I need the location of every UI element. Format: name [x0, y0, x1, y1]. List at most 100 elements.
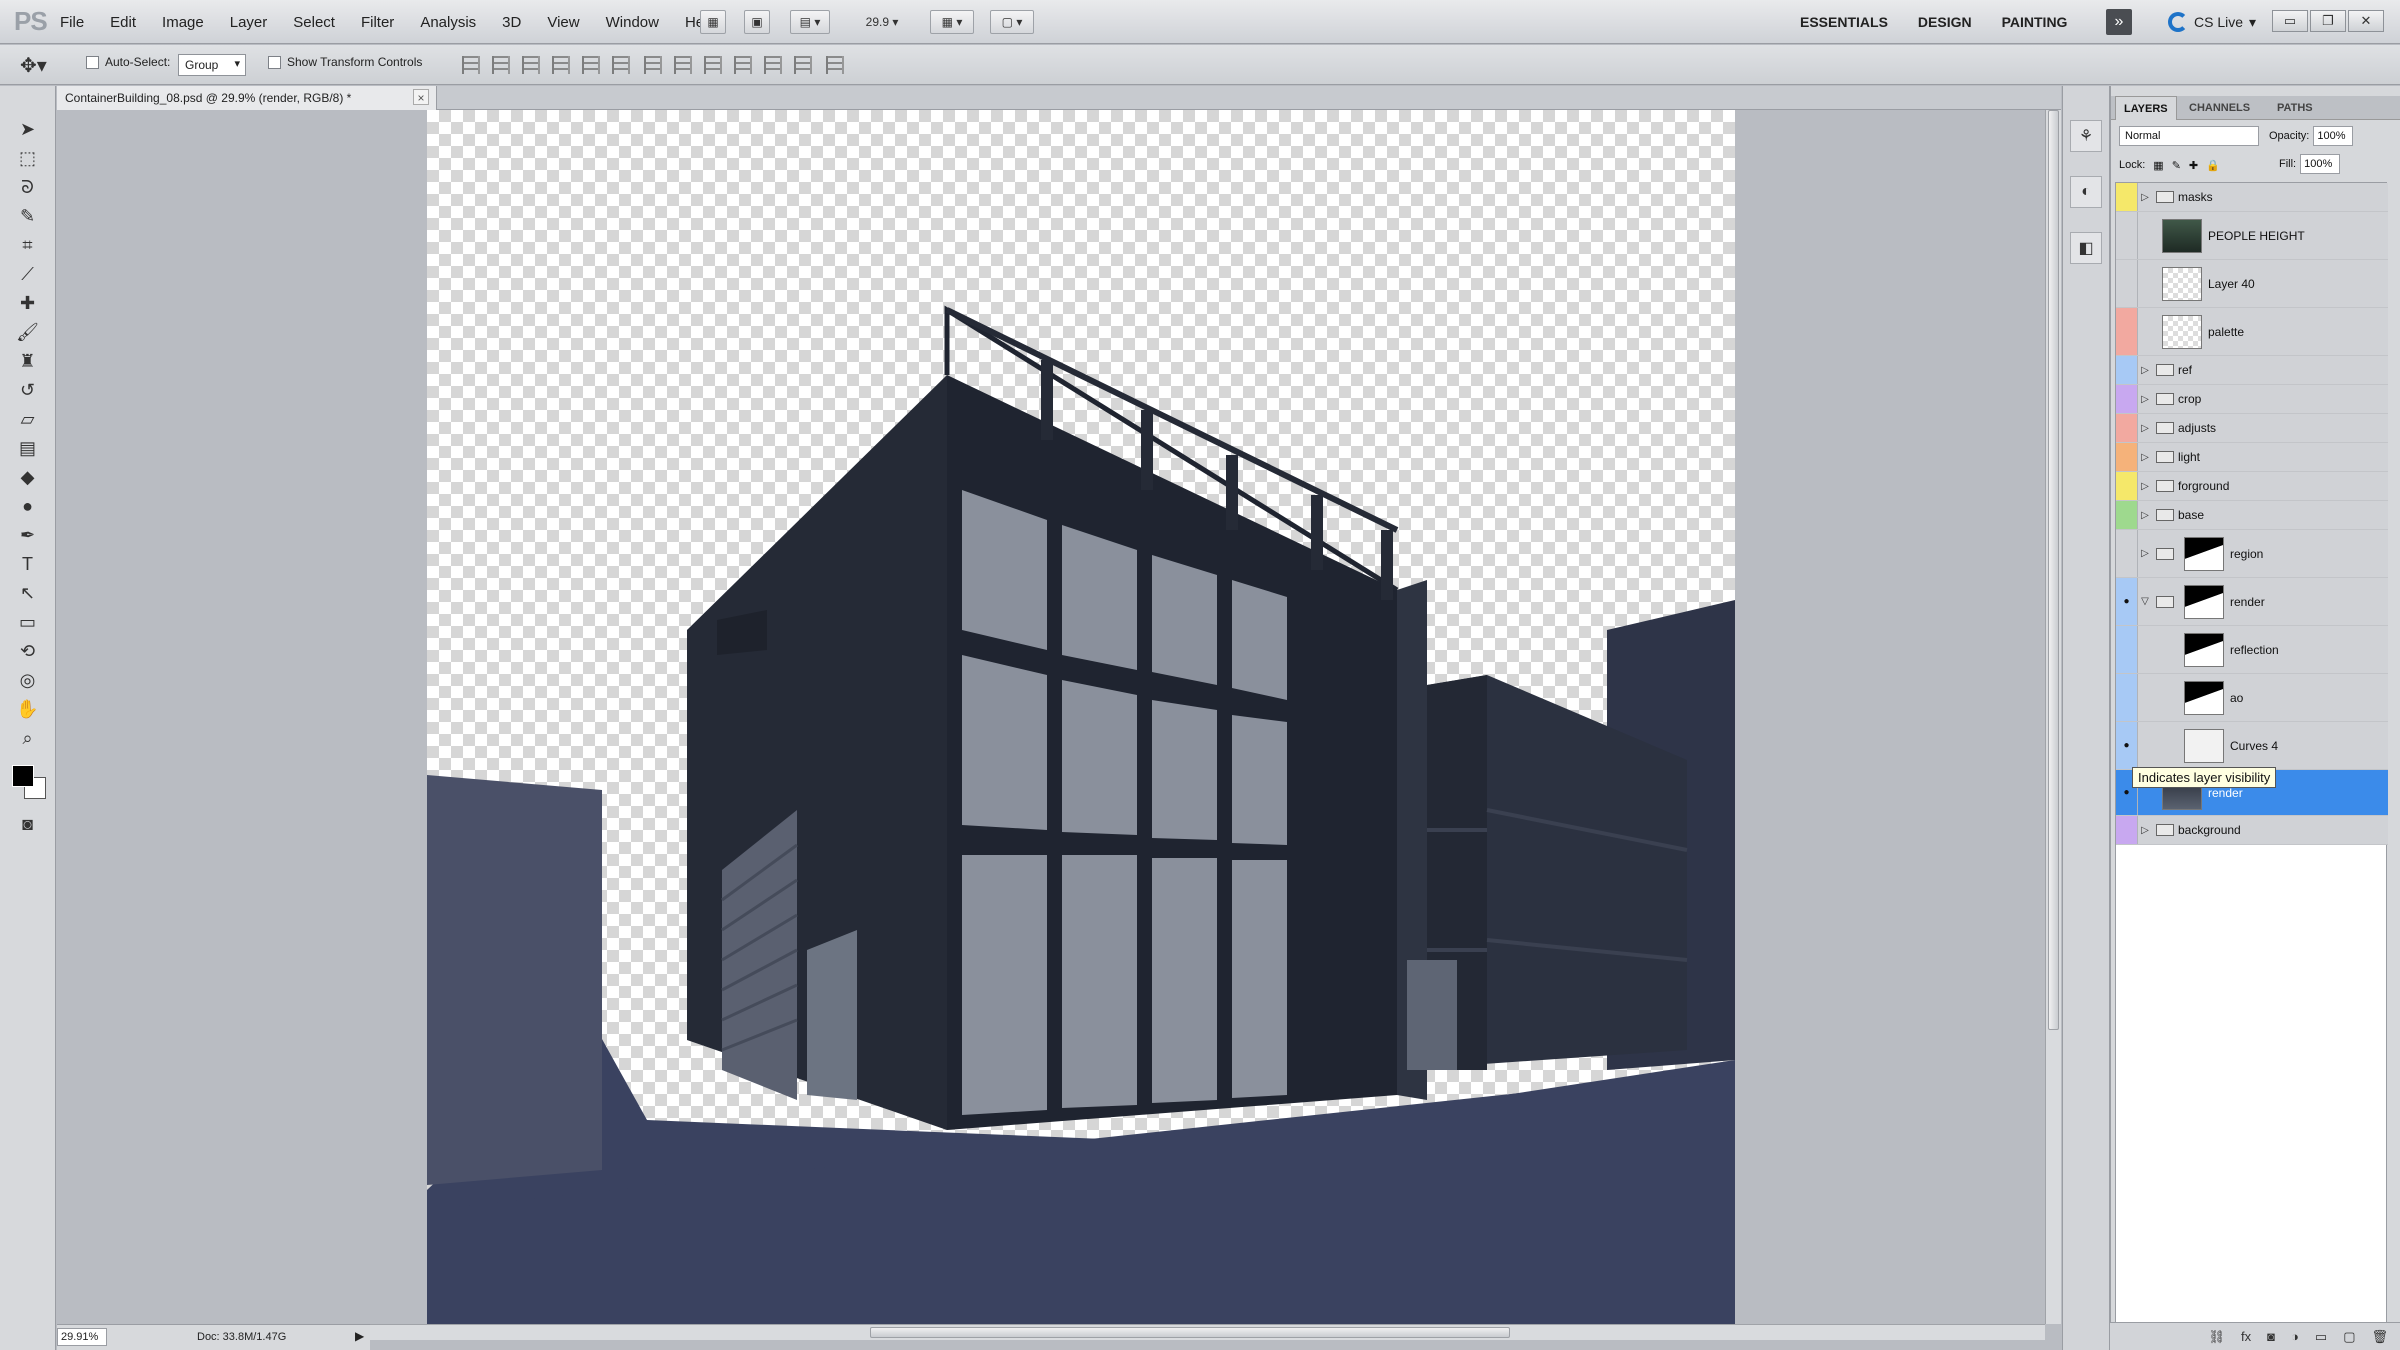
lock-transparency-icon[interactable]: ▦ [2153, 159, 2163, 172]
vertical-scroll-thumb[interactable] [2048, 110, 2059, 1030]
dodge-tool-icon[interactable]: ● [11, 493, 45, 519]
layer-visibility-toggle[interactable] [2116, 260, 2138, 307]
foreground-color-swatch[interactable] [11, 765, 34, 787]
zoom-tool-icon[interactable]: ⌕ [11, 725, 45, 751]
group-expand-toggle-icon[interactable]: ▷ [2138, 365, 2152, 376]
layer-row[interactable]: ▷ masks [2116, 183, 2388, 212]
menu-analysis[interactable]: Analysis [420, 14, 476, 31]
align-bottom-icon[interactable] [522, 56, 540, 74]
layer-visibility-toggle[interactable] [2116, 212, 2138, 259]
layer-row[interactable]: ▷ light [2116, 443, 2388, 472]
blend-mode-select[interactable]: Normal [2119, 126, 2259, 146]
workspace-painting[interactable]: PAINTING [2002, 14, 2068, 30]
layer-row[interactable]: ▷ crop [2116, 385, 2388, 414]
layer-style-icon[interactable]: fx [2241, 1329, 2251, 1344]
distribute-left-icon[interactable] [734, 56, 752, 74]
tab-paths[interactable]: PATHS [2269, 96, 2321, 120]
layer-row[interactable]: ▷ ref [2116, 356, 2388, 385]
eyedropper-tool-icon[interactable]: ⟋ [11, 261, 45, 287]
3d-rotate-tool-icon[interactable]: ⟲ [11, 638, 45, 664]
distribute-right-icon[interactable] [794, 56, 812, 74]
more-workspaces-button[interactable]: » [2106, 9, 2132, 35]
auto-select-target-select[interactable]: Group [178, 54, 246, 76]
move-tool-icon[interactable]: ➤ [11, 116, 45, 142]
quick-select-tool-icon[interactable]: ✎ [11, 203, 45, 229]
close-window-button[interactable]: ✕ [2348, 10, 2384, 32]
quick-mask-icon[interactable]: ◙ [11, 811, 45, 837]
zoom-percentage-field[interactable]: 29.91% [57, 1328, 107, 1346]
layer-row[interactable]: reflection [2116, 626, 2388, 674]
type-tool-icon[interactable]: T [11, 551, 45, 577]
masks-icon[interactable]: ◧ [2070, 232, 2102, 264]
workspace-design[interactable]: DESIGN [1918, 14, 1972, 30]
menu-select[interactable]: Select [293, 14, 335, 31]
layer-visibility-toggle[interactable]: ● [2116, 578, 2138, 625]
menu-3d[interactable]: 3D [502, 14, 521, 31]
layer-row[interactable]: ▷ base [2116, 501, 2388, 530]
group-expand-toggle-icon[interactable]: ▽ [2138, 596, 2152, 607]
crop-tool-icon[interactable]: ⌗ [11, 232, 45, 258]
launch-bridge-button[interactable]: ▦ [700, 10, 726, 34]
new-group-icon[interactable]: ▭ [2315, 1329, 2327, 1345]
menu-window[interactable]: Window [606, 14, 659, 31]
layer-visibility-toggle[interactable] [2116, 626, 2138, 673]
lock-all-icon[interactable]: 🔒 [2206, 159, 2220, 172]
arrange-documents-button[interactable]: ▦ ▾ [930, 10, 974, 34]
distribute-top-icon[interactable] [644, 56, 662, 74]
shape-tool-icon[interactable]: ▭ [11, 609, 45, 635]
layer-row[interactable]: ● Curves 4 [2116, 722, 2388, 770]
add-mask-icon[interactable]: ◙ [2267, 1329, 2275, 1344]
marquee-tool-icon[interactable]: ⬚ [11, 145, 45, 171]
lasso-tool-icon[interactable]: ᘐ [11, 174, 45, 200]
clone-stamp-tool-icon[interactable]: ♜ [11, 348, 45, 374]
menu-view[interactable]: View [547, 14, 579, 31]
align-right-icon[interactable] [612, 56, 630, 74]
eraser-tool-icon[interactable]: ▱ [11, 406, 45, 432]
auto-select-checkbox[interactable] [86, 55, 99, 69]
brush-tool-icon[interactable]: 🖌 [11, 319, 45, 345]
pen-tool-icon[interactable]: ✒ [11, 522, 45, 548]
distribute-vcenter-icon[interactable] [674, 56, 692, 74]
auto-align-layers-icon[interactable] [826, 56, 844, 74]
menu-image[interactable]: Image [162, 14, 204, 31]
tab-channels[interactable]: CHANNELS [2181, 96, 2258, 120]
delete-layer-icon[interactable]: 🗑 [2371, 1329, 2388, 1345]
layer-visibility-toggle[interactable] [2116, 414, 2138, 442]
adjustments-icon[interactable]: ◐ [2070, 176, 2102, 208]
layer-visibility-toggle[interactable] [2116, 530, 2138, 577]
layer-visibility-toggle[interactable] [2116, 501, 2138, 529]
image-canvas[interactable] [427, 110, 1735, 1324]
opacity-field[interactable]: 100% [2313, 126, 2354, 146]
group-expand-toggle-icon[interactable]: ▷ [2138, 192, 2152, 203]
group-expand-toggle-icon[interactable]: ▷ [2138, 548, 2152, 559]
healing-brush-tool-icon[interactable]: ✚ [11, 290, 45, 316]
layer-row[interactable]: ● ▽ render [2116, 578, 2388, 626]
group-expand-toggle-icon[interactable]: ▷ [2138, 394, 2152, 405]
layer-visibility-toggle[interactable] [2116, 443, 2138, 471]
layer-row[interactable]: palette [2116, 308, 2388, 356]
auto-select-option[interactable]: Auto-Select: [86, 55, 170, 69]
menu-file[interactable]: File [60, 14, 84, 31]
group-expand-toggle-icon[interactable]: ▷ [2138, 452, 2152, 463]
layer-row[interactable]: PEOPLE HEIGHT [2116, 212, 2388, 260]
document-tab[interactable]: ContainerBuilding_08.psd @ 29.9% (render… [57, 86, 437, 110]
distribute-hcenter-icon[interactable] [764, 56, 782, 74]
menu-filter[interactable]: Filter [361, 14, 394, 31]
layer-visibility-toggle[interactable]: ● [2116, 722, 2138, 769]
vertical-scrollbar[interactable] [2045, 110, 2061, 1324]
layer-visibility-toggle[interactable] [2116, 356, 2138, 384]
menu-layer[interactable]: Layer [230, 14, 268, 31]
close-document-icon[interactable]: × [413, 89, 429, 105]
document-workspace[interactable] [57, 110, 2045, 1324]
horizontal-scrollbar[interactable] [370, 1324, 2045, 1340]
transform-controls-checkbox[interactable] [268, 55, 281, 69]
layer-row[interactable]: ▷ forground [2116, 472, 2388, 501]
menu-edit[interactable]: Edit [110, 14, 136, 31]
lock-position-icon[interactable]: ✚ [2189, 159, 2198, 172]
align-top-icon[interactable] [462, 56, 480, 74]
blur-tool-icon[interactable]: ◆ [11, 464, 45, 490]
layer-row[interactable]: ▷ background [2116, 816, 2388, 845]
path-select-tool-icon[interactable]: ↖ [11, 580, 45, 606]
tab-layers[interactable]: LAYERS [2115, 96, 2177, 120]
link-layers-icon[interactable]: ⛓ [2209, 1329, 2226, 1345]
